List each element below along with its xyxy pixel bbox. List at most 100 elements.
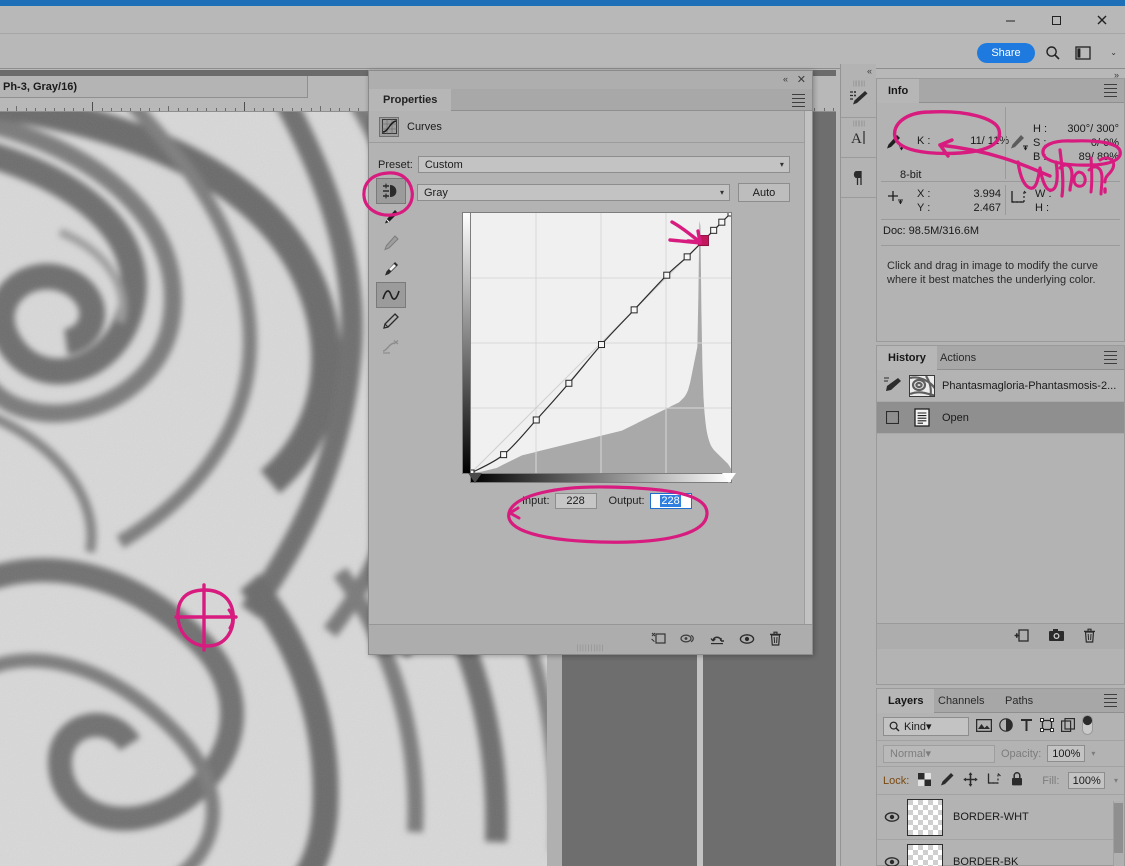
create-snapshot-icon[interactable] [1048,628,1065,646]
delete-state-icon[interactable] [1083,628,1096,646]
filter-smart-object-icon[interactable] [1061,718,1075,735]
layer-visibility-toggle[interactable] [877,856,907,866]
s-label: S : [1033,137,1047,149]
output-field[interactable]: 228 [649,493,692,509]
history-tab-bar: History Actions [877,346,1124,370]
layers-tab-bar: Layers Channels Paths [877,689,1124,713]
white-point-slider[interactable] [722,473,736,483]
lock-image-pixels-icon[interactable] [940,772,954,789]
history-states-list[interactable]: Phantasmagloria-Phantasmosis-2... Open [877,370,1124,623]
panel-menu-icon[interactable] [792,94,805,110]
layer-visibility-toggle[interactable] [877,811,907,823]
layer-thumbnail[interactable] [907,798,943,836]
document-tab[interactable]: Ph-3, Gray/16) [0,76,308,98]
curves-icon [379,116,399,137]
preset-dropdown[interactable]: Custom ▾ [417,156,790,173]
curve-pointer-tool[interactable] [376,282,406,308]
workspace-icon[interactable] [1073,43,1093,63]
history-state-checkbox[interactable] [883,411,902,424]
smooth-curve-tool[interactable] [376,334,406,360]
minimize-button[interactable] [987,6,1033,34]
panel-menu-icon[interactable] [1104,84,1117,100]
fill-stepper-chevron-icon[interactable]: ▾ [1114,776,1118,785]
panel-icon-character[interactable]: |||||||| A [841,118,877,158]
y-value: 2.467 [973,202,1001,214]
view-previous-state-icon[interactable] [680,632,696,648]
share-button[interactable]: Share [977,43,1035,63]
resize-grip[interactable]: |||||||||| [576,645,604,652]
panel-menu-icon[interactable] [1104,694,1117,710]
tab-history[interactable]: History [877,346,937,370]
tab-properties[interactable]: Properties [369,89,452,111]
properties-scrollbar[interactable] [804,111,812,624]
lock-transparent-pixels-icon[interactable] [918,772,932,789]
gray-point-eyedropper[interactable] [376,230,406,256]
black-point-eyedropper[interactable] [376,204,406,230]
curves-graph[interactable] [470,212,732,474]
white-point-eyedropper[interactable] [376,256,406,282]
x-value: 3.994 [973,188,1001,200]
close-icon[interactable]: ✕ [797,73,806,86]
panel-icon-brush-presets[interactable]: |||||||| [841,78,877,118]
properties-footer: |||||||||| [369,624,812,654]
blend-mode-dropdown[interactable]: Normal ▾ [883,744,995,763]
layers-scrollbar-thumb[interactable] [1114,803,1123,853]
collapse-icon[interactable]: « [783,74,788,84]
chevron-down-icon[interactable]: ⌄ [1110,48,1117,57]
layers-scrollbar[interactable] [1113,801,1124,866]
chevron-down-icon: ▾ [925,748,931,760]
close-button[interactable] [1079,6,1125,34]
layer-thumbnail[interactable] [907,843,943,866]
secondary-eyedropper-icon [1009,133,1029,156]
panel-menu-icon[interactable] [1104,351,1117,367]
channel-dropdown[interactable]: Gray ▾ [417,184,730,201]
tab-actions[interactable]: Actions [929,346,987,370]
filter-type-layers-icon[interactable] [1020,718,1033,735]
history-row-snapshot[interactable]: Phantasmagloria-Phantasmosis-2... [877,370,1124,402]
layers-panel[interactable]: Layers Channels Paths Kind ▾ Normal ▾ Op… [876,688,1125,866]
h2-label: H : [1035,202,1050,214]
filter-adjustment-layers-icon[interactable] [999,718,1013,735]
maximize-button[interactable] [1033,6,1079,34]
delete-adjustment-layer-icon[interactable] [769,631,782,649]
b-label: B : [1033,151,1047,163]
w-label: W : [1035,188,1052,200]
table-row[interactable]: BORDER-BK [877,840,1124,866]
search-icon[interactable] [1043,43,1063,63]
new-document-from-state-icon[interactable] [1014,628,1030,646]
reset-adjustment-icon[interactable] [710,632,725,649]
photoshop-window: Share ⌄ » Ph-3, Gray/16) 4 [0,0,1125,866]
tab-paths[interactable]: Paths [994,689,1044,713]
y-label: Y : [917,202,931,214]
fill-field[interactable]: 100% [1068,772,1105,789]
auto-button[interactable]: Auto [738,183,790,202]
history-row-open[interactable]: Open [877,402,1124,434]
filter-shape-layers-icon[interactable] [1040,718,1054,735]
clip-to-layer-icon[interactable] [651,632,666,648]
panel-icon-paragraph[interactable] [841,158,877,198]
lock-all-icon[interactable] [1011,772,1023,789]
tab-layers[interactable]: Layers [877,689,935,713]
pencil-draw-curve-tool[interactable] [376,308,406,334]
opacity-stepper-chevron-icon[interactable]: ▾ [1091,749,1095,758]
history-panel[interactable]: History Actions Phantasmagloria-Phantasm… [876,345,1125,685]
info-panel[interactable]: Info K : 11/ 11% 8-bit H : 300°/ 300° S … [876,78,1125,342]
tab-channels[interactable]: Channels [927,689,995,713]
on-image-adjustment-tool[interactable] [376,178,406,204]
lock-position-icon[interactable] [963,772,978,790]
table-row[interactable]: BORDER-WHT [877,795,1124,840]
tab-info[interactable]: Info [877,79,920,103]
info-divider-3 [881,245,1120,246]
snapshot-brush-icon [883,376,902,395]
filter-pixel-layers-icon[interactable] [975,718,993,735]
input-field[interactable]: 228 [554,493,597,509]
opacity-field[interactable]: 100% [1047,745,1086,762]
expand-panels-icon[interactable]: « [867,66,872,76]
black-point-slider[interactable] [468,473,482,483]
lock-artboard-nesting-icon[interactable] [987,772,1002,789]
toggle-layer-visibility-icon[interactable] [739,633,755,648]
filter-kind-dropdown[interactable]: Kind ▾ [883,717,969,736]
layer-filter-toggle[interactable] [1082,715,1093,738]
fill-label: Fill: [1042,774,1060,787]
layer-name: BORDER-BK [953,856,1019,866]
